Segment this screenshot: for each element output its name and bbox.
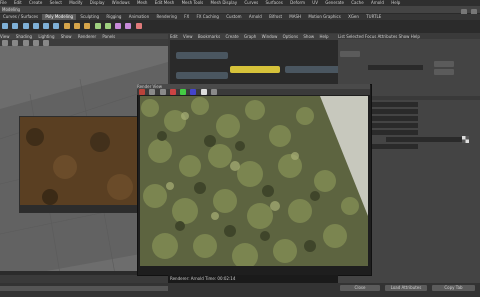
node-editor-panel <box>170 34 340 84</box>
render-status: Renderer: Arnold Time: 00:02:14 <box>168 275 338 283</box>
shader-node[interactable] <box>230 66 280 73</box>
split-icon[interactable] <box>104 23 111 29</box>
range-slider[interactable] <box>0 286 168 291</box>
mode-selector[interactable]: Modeling <box>2 7 20 12</box>
cylinder-icon[interactable] <box>22 23 29 29</box>
uv-icon[interactable] <box>115 23 122 29</box>
texture-icon[interactable] <box>43 40 50 46</box>
zoom-icon[interactable] <box>210 89 217 95</box>
ae-tab-list[interactable]: List <box>338 34 345 39</box>
close-button[interactable]: Close <box>340 285 380 291</box>
terrain-object[interactable] <box>19 116 141 213</box>
node-name-field[interactable] <box>368 65 423 70</box>
incandescence-field[interactable] <box>368 130 418 135</box>
render-icon[interactable] <box>139 89 145 95</box>
shelf-icons <box>0 20 480 33</box>
node-menu-bookmarks[interactable]: Bookmarks <box>198 34 220 40</box>
color-field[interactable] <box>368 102 418 107</box>
camera-icon[interactable] <box>2 40 8 46</box>
green-channel-icon[interactable] <box>180 89 187 95</box>
node-menu-edit[interactable]: Edit <box>170 34 178 40</box>
smooth-shade-icon[interactable] <box>32 40 39 46</box>
diffuse-field[interactable] <box>368 144 418 149</box>
torus-icon[interactable] <box>53 23 60 29</box>
render-view-toolbar <box>137 89 370 95</box>
grid-icon[interactable] <box>12 40 19 46</box>
node-menu-help[interactable]: Help <box>319 34 328 40</box>
ae-tab-selected[interactable]: Selected <box>346 34 363 39</box>
texture-node[interactable] <box>176 52 228 59</box>
tint-field[interactable] <box>368 109 418 114</box>
ae-tab-focus[interactable]: Focus <box>365 34 376 39</box>
shading-group-node[interactable] <box>285 66 340 73</box>
copy-tab-button[interactable]: Copy Tab <box>432 285 475 291</box>
bridge-icon[interactable] <box>84 23 91 29</box>
node-editor-menu: Edit View Bookmarks Create Graph Window … <box>170 34 338 40</box>
viewport-toolbar <box>0 39 168 46</box>
wireframe-icon[interactable] <box>22 40 29 46</box>
map-button-icon[interactable] <box>462 136 469 143</box>
node-menu-view[interactable]: View <box>183 34 193 40</box>
attribute-editor-menu: List Selected Focus Attributes Show Help <box>338 34 480 39</box>
extrude-icon[interactable] <box>63 23 70 29</box>
show-button[interactable] <box>434 69 454 75</box>
rendered-image[interactable] <box>140 96 368 269</box>
sphere-icon[interactable] <box>2 23 8 29</box>
ambient-field[interactable] <box>368 116 418 121</box>
cube-icon[interactable] <box>12 23 19 29</box>
cone-icon[interactable] <box>32 23 39 29</box>
presets-button[interactable] <box>434 61 454 67</box>
ipr-icon[interactable] <box>149 89 156 95</box>
node-menu-create[interactable]: Create <box>225 34 238 40</box>
ae-tab-show[interactable]: Show <box>399 34 410 39</box>
alpha-channel-icon[interactable] <box>200 89 207 95</box>
focus-button[interactable] <box>340 51 360 57</box>
node-menu-options[interactable]: Options <box>283 34 298 40</box>
node-menu-show[interactable]: Show <box>303 34 314 40</box>
status-line: Modeling <box>0 6 480 14</box>
plane-icon[interactable] <box>43 23 50 29</box>
bevel-icon[interactable] <box>73 23 80 29</box>
ae-tab-help[interactable]: Help <box>411 34 420 39</box>
load-attributes-button[interactable]: Load Attributes <box>385 285 427 291</box>
node-menu-window[interactable]: Window <box>262 34 278 40</box>
bump-field[interactable] <box>386 137 466 142</box>
transparency-field[interactable] <box>368 123 418 128</box>
node-menu-graph[interactable]: Graph <box>244 34 256 40</box>
merge-icon[interactable] <box>94 23 101 29</box>
delete-history-icon[interactable] <box>135 23 142 29</box>
blue-channel-icon[interactable] <box>190 89 197 95</box>
checker-icon <box>462 136 469 143</box>
forest-render <box>140 96 368 269</box>
snapshot-icon[interactable] <box>159 89 166 95</box>
red-channel-icon[interactable] <box>169 89 176 95</box>
ae-tab-attributes[interactable]: Attributes <box>378 34 398 39</box>
terrain-texture <box>20 117 140 212</box>
bottom-bar: Load Attributes Copy Tab Close <box>0 283 480 297</box>
place2d-node[interactable] <box>176 72 228 79</box>
smooth-icon[interactable] <box>125 23 132 29</box>
